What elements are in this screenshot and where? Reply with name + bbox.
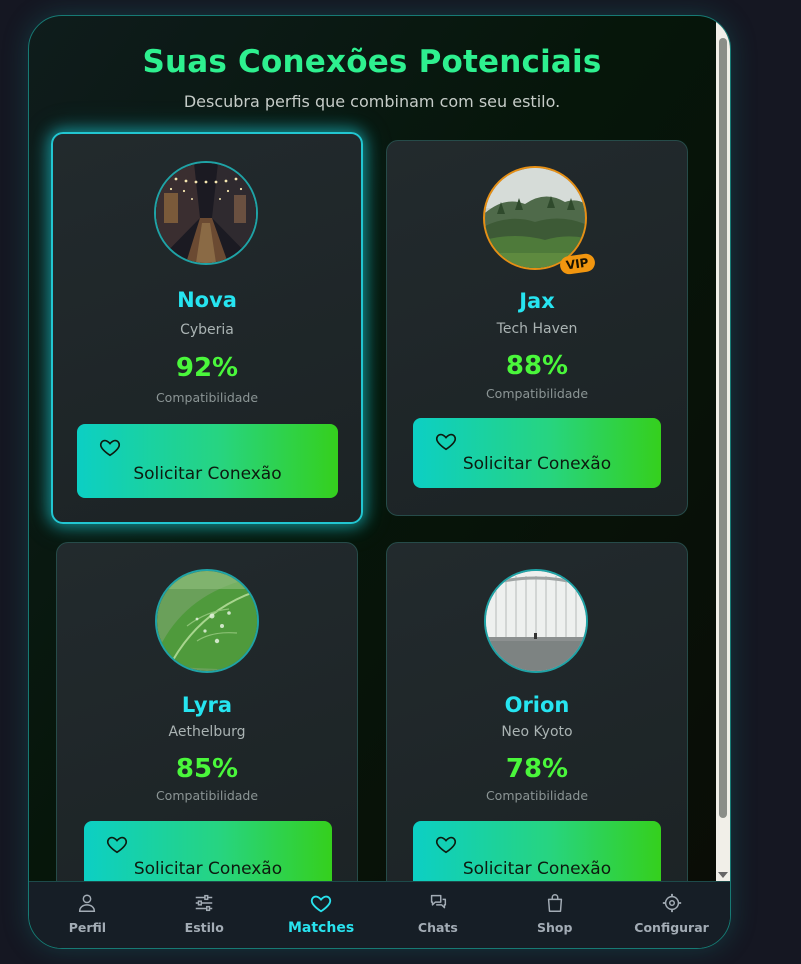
match-location: Tech Haven xyxy=(496,321,578,337)
compatibility-label: Compatibilidade xyxy=(155,788,259,803)
match-card-orion[interactable]: Orion Neo Kyoto 78% Compatibilidade Soli… xyxy=(386,542,688,882)
user-icon xyxy=(79,894,96,912)
avatar-jax xyxy=(483,166,587,270)
compatibility-score: 88% xyxy=(505,351,569,381)
heart-icon xyxy=(435,836,457,854)
page-title: Suas Conexões Potenciais xyxy=(142,44,602,80)
compatibility-score: 85% xyxy=(175,754,239,784)
nav-label: Configurar xyxy=(634,920,709,935)
page-subtitle: Descubra perfis que combinam com seu est… xyxy=(183,92,561,111)
request-connection-label: Solicitar Conexão xyxy=(133,859,283,879)
match-card-jax[interactable]: VIP Jax Tech Haven 88% Compatibilidade S… xyxy=(386,140,688,516)
misty-forest-photo xyxy=(485,168,585,268)
nav-label: Matches xyxy=(287,920,355,936)
match-name: Lyra xyxy=(181,693,233,717)
compatibility-score: 92% xyxy=(175,353,239,383)
request-connection-label: Solicitar Conexão xyxy=(462,454,612,474)
nav-label: Shop xyxy=(537,920,573,935)
compatibility-score: 78% xyxy=(505,754,569,784)
app-window: Suas Conexões Potenciais Descubra perfis… xyxy=(28,15,731,949)
heart-icon xyxy=(99,439,121,457)
nav-label: Chats xyxy=(417,920,458,935)
request-connection-label: Solicitar Conexão xyxy=(462,859,612,879)
vertical-scrollbar[interactable] xyxy=(716,16,730,882)
scrollbar-thumb[interactable] xyxy=(719,38,727,818)
request-connection-button[interactable]: Solicitar Conexão xyxy=(413,418,661,488)
request-connection-button[interactable]: Solicitar Conexão xyxy=(413,821,661,882)
nav-item-matches[interactable]: Matches xyxy=(263,882,380,948)
settings-icon xyxy=(662,893,681,913)
compatibility-label: Compatibilidade xyxy=(155,390,259,405)
match-location: Aethelburg xyxy=(168,724,246,740)
nav-item-chats[interactable]: Chats xyxy=(379,882,496,948)
vip-badge: VIP xyxy=(558,252,596,276)
request-connection-label: Solicitar Conexão xyxy=(133,464,282,484)
shopping-bag-icon xyxy=(547,894,562,912)
match-card-nova[interactable]: Nova Cyberia 92% Compatibilidade Solicit… xyxy=(51,132,363,524)
compatibility-label: Compatibilidade xyxy=(485,788,589,803)
matches-scroll-area[interactable]: Suas Conexões Potenciais Descubra perfis… xyxy=(29,16,730,882)
avatar-orion xyxy=(484,569,588,673)
match-name: Nova xyxy=(177,288,237,312)
heart-icon xyxy=(435,433,457,451)
nav-item-configurar[interactable]: Configurar xyxy=(613,882,730,948)
match-location: Cyberia xyxy=(180,322,234,338)
avatar-nova xyxy=(154,161,258,265)
compatibility-label: Compatibilidade xyxy=(485,386,589,401)
match-card-lyra[interactable]: Lyra Aethelburg 85% Compatibilidade Soli… xyxy=(56,542,358,882)
match-name: Jax xyxy=(519,289,555,313)
match-location: Neo Kyoto xyxy=(501,724,573,740)
bottom-navigation: Perfil Estilo Matches Chats Shop Configu… xyxy=(29,881,730,948)
nav-item-shop[interactable]: Shop xyxy=(496,882,613,948)
nav-item-perfil[interactable]: Perfil xyxy=(29,882,146,948)
scroll-down-arrow-icon[interactable] xyxy=(718,872,728,878)
night-alley-photo xyxy=(156,163,256,263)
leaf-drops-photo xyxy=(157,571,257,671)
request-connection-button[interactable]: Solicitar Conexão xyxy=(84,821,332,882)
sliders-icon xyxy=(195,894,213,912)
match-name: Orion xyxy=(504,693,570,717)
heart-icon xyxy=(310,895,332,913)
avatar-lyra xyxy=(155,569,259,673)
nav-item-estilo[interactable]: Estilo xyxy=(146,882,263,948)
chat-icon xyxy=(430,894,446,909)
railing-sea-photo xyxy=(486,571,586,671)
nav-label: Perfil xyxy=(68,920,107,935)
heart-icon xyxy=(106,836,128,854)
nav-label: Estilo xyxy=(184,920,224,935)
request-connection-button[interactable]: Solicitar Conexão xyxy=(77,424,338,498)
